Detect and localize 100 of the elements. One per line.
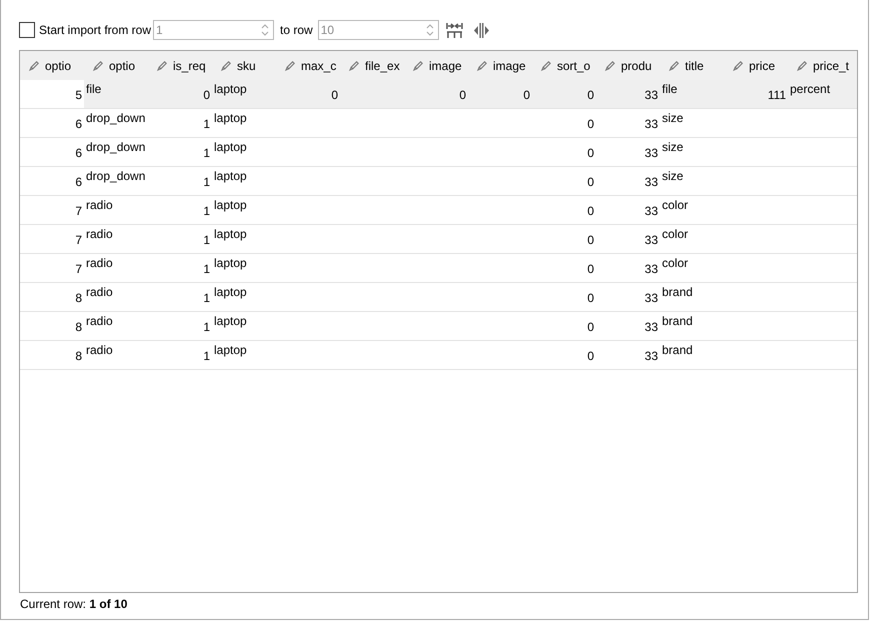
table-cell-text: 1	[203, 204, 210, 220]
table-cell-text: 0	[587, 146, 594, 162]
table-cell-text: 7	[75, 262, 82, 278]
table-cell-text: 33	[644, 291, 658, 307]
table-cell-text: 0	[587, 262, 594, 278]
start-row-label: Start import from row	[39, 23, 152, 37]
table-cell-text: drop_down	[86, 111, 146, 127]
fit-columns-icon[interactable]	[446, 22, 463, 38]
to-row-label: to row	[280, 23, 313, 37]
table-cell-text: drop_down	[86, 140, 146, 156]
column-header[interactable]: max_c	[276, 51, 336, 80]
column-header[interactable]: produ	[596, 51, 652, 80]
column-header[interactable]: optio	[20, 51, 72, 80]
table-cell-text: file	[86, 82, 102, 98]
table-cell-text: radio	[86, 285, 113, 301]
column-header[interactable]: sku	[212, 51, 256, 80]
column-header[interactable]: image	[404, 51, 462, 80]
pencil-icon	[797, 60, 808, 71]
table-cell-text: 8	[75, 291, 82, 307]
table-cell-text: laptop	[214, 285, 247, 301]
pencil-icon	[29, 60, 40, 71]
split-columns-icon[interactable]	[472, 22, 490, 38]
column-header[interactable]: optio	[84, 51, 136, 80]
column-header[interactable]: file_ex	[340, 51, 400, 80]
table-cell-text: 6	[75, 146, 82, 162]
table-cell-text: 0	[203, 88, 210, 104]
table-cell-text: size	[662, 140, 684, 156]
table-cell-text: 33	[644, 349, 658, 365]
table-cell-text: color	[662, 256, 688, 272]
table-cell-text: radio	[86, 314, 113, 330]
pencil-icon	[221, 60, 232, 71]
pencil-icon	[285, 60, 296, 71]
pencil-icon	[541, 60, 552, 71]
table-cell-text: 33	[644, 175, 658, 191]
table-cell-text: radio	[86, 198, 113, 214]
table-cell-text: laptop	[214, 227, 247, 243]
table-cell-text: laptop	[214, 314, 247, 330]
column-header[interactable]: title	[660, 51, 704, 80]
table-cell-text: 0	[523, 88, 530, 104]
table-cell-text: size	[662, 169, 684, 185]
table-cell-text: size	[662, 111, 684, 127]
table-cell-text: 7	[75, 204, 82, 220]
table-cell-text: 0	[331, 88, 338, 104]
table-cell-text: 33	[644, 88, 658, 104]
table-cell-text: 1	[203, 320, 210, 336]
table-cell-text: radio	[86, 256, 113, 272]
table-cell-text: percent	[790, 82, 830, 98]
table-cell-text: 1	[203, 146, 210, 162]
pencil-icon	[349, 60, 360, 71]
table-cell-text: 111	[768, 88, 786, 104]
table-cell-text: 33	[644, 262, 658, 278]
table-cell-text: 0	[587, 233, 594, 249]
table-cell-text: drop_down	[86, 169, 146, 185]
pencil-icon	[413, 60, 424, 71]
table-cell-text: 8	[75, 320, 82, 336]
table-cell-text: 6	[75, 117, 82, 133]
table-cell-text: 1	[203, 233, 210, 249]
table-cell-text: brand	[662, 314, 693, 330]
table-cell-text: laptop	[214, 111, 247, 127]
checkbox[interactable]	[19, 22, 35, 38]
pencil-icon	[477, 60, 488, 71]
table-cell-text: laptop	[214, 140, 247, 156]
table-cell-text: 33	[644, 204, 658, 220]
column-header[interactable]: price_t	[788, 51, 850, 80]
pencil-icon	[733, 60, 744, 71]
table-row[interactable]: 5 file 0 laptop 0 0 0 0 33 file 111 percent	[20, 80, 857, 109]
table-cell-text: 1	[203, 349, 210, 365]
table-cell-text: 0	[587, 320, 594, 336]
table-cell-text: 0	[587, 117, 594, 133]
table-cell-text: laptop	[214, 169, 247, 185]
table-cell-text: color	[662, 227, 688, 243]
table-cell-text: 0	[459, 88, 466, 104]
column-header[interactable]: sort_o	[532, 51, 590, 80]
pencil-icon	[605, 60, 616, 71]
table-cell-text: 0	[587, 88, 594, 104]
table-cell-text: radio	[86, 227, 113, 243]
table-cell-text: file	[662, 82, 678, 98]
table-cell-text: laptop	[214, 82, 247, 98]
table-cell-text: 1	[203, 117, 210, 133]
pencil-icon	[93, 60, 104, 71]
column-header[interactable]: price	[724, 51, 776, 80]
table-cell-text: 1	[203, 291, 210, 307]
table-cell-text: 33	[644, 146, 658, 162]
table-cell-text: 0	[587, 175, 594, 191]
table-cell-text: brand	[662, 285, 693, 301]
table-cell-text: 33	[644, 320, 658, 336]
table-cell-text: color	[662, 198, 688, 214]
table-cell-text: 33	[644, 233, 658, 249]
table-cell-text: radio	[86, 343, 113, 359]
table-cell-text: laptop	[214, 343, 247, 359]
table-cell-text: 5	[75, 88, 82, 104]
column-header[interactable]: image	[468, 51, 526, 80]
column-header[interactable]: is_req	[148, 51, 206, 80]
table-cell-text: 0	[587, 204, 594, 220]
table-cell-text: 6	[75, 175, 82, 191]
table-cell-text: 0	[587, 349, 594, 365]
table-cell-text: 8	[75, 349, 82, 365]
table-cell-text: laptop	[214, 256, 247, 272]
table-cell-text: 7	[75, 233, 82, 249]
table-cell-text: 1	[203, 175, 210, 191]
